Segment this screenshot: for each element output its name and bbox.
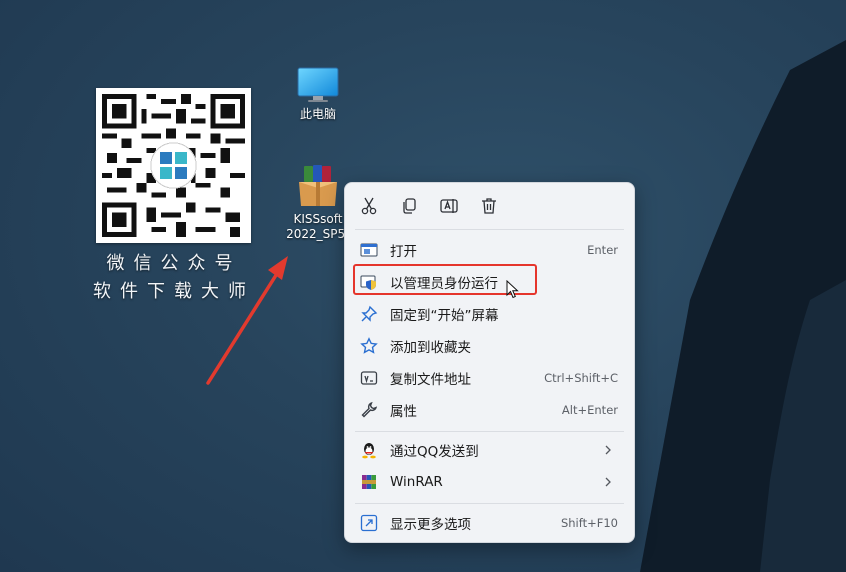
menu-item-label: 通过QQ发送到 [390, 444, 479, 460]
menu-item-shortcut: Ctrl+Shift+C [544, 371, 618, 385]
rename-icon[interactable] [439, 196, 459, 216]
open-icon [360, 243, 378, 257]
menu-item-shortcut: Enter [587, 243, 618, 257]
menu-item-label: 添加到收藏夹 [390, 340, 471, 356]
qr-code-image [102, 94, 245, 237]
menu-item-label: 打开 [390, 244, 417, 260]
menu-item-properties[interactable]: 属性 Alt+Enter [351, 395, 628, 425]
copy-path-icon [360, 371, 378, 385]
menu-item-copy-path[interactable]: 复制文件地址 Ctrl+Shift+C [351, 363, 628, 393]
menu-separator [355, 229, 624, 230]
mouse-cursor-icon [506, 280, 519, 299]
menu-item-open[interactable]: 打开 Enter [351, 235, 628, 265]
desktop-icon-label: 此电脑 [299, 107, 336, 121]
menu-separator [355, 431, 624, 432]
qq-icon [362, 443, 376, 459]
context-menu-toolbar [345, 183, 634, 229]
menu-item-add-to-favorites[interactable]: 添加到收藏夹 [351, 331, 628, 361]
more-options-icon [360, 514, 378, 532]
pin-icon [361, 305, 378, 322]
context-menu: 打开 Enter 以管理员身份运行 固定到“开始”屏幕 添加到收藏夹 复制文件地… [344, 182, 635, 543]
menu-item-label: 显示更多选项 [390, 517, 471, 533]
chevron-right-icon [605, 445, 611, 455]
menu-item-label: 属性 [390, 404, 417, 420]
winrar-archive-icon [299, 165, 337, 206]
wrench-icon [361, 401, 378, 418]
menu-item-show-more-options[interactable]: 显示更多选项 Shift+F10 [351, 508, 628, 538]
delete-icon[interactable] [479, 196, 499, 216]
menu-item-label: 固定到“开始”屏幕 [390, 308, 499, 324]
menu-separator [355, 503, 624, 504]
chevron-right-icon [605, 477, 611, 487]
desktop-icon-this-pc[interactable]: 此电脑 [286, 66, 350, 122]
menu-item-label: 复制文件地址 [390, 372, 471, 388]
star-icon [360, 337, 378, 354]
qr-code-card [96, 88, 251, 243]
monitor-icon [297, 67, 339, 102]
annotation-arrow [206, 256, 288, 385]
menu-item-winrar[interactable]: WinRAR [351, 467, 628, 497]
winrar-icon [362, 475, 376, 489]
copy-icon[interactable] [399, 196, 419, 216]
menu-item-label: WinRAR [390, 474, 443, 490]
cut-icon[interactable] [359, 196, 379, 216]
menu-item-shortcut: Shift+F10 [560, 516, 618, 530]
menu-item-pin-to-start[interactable]: 固定到“开始”屏幕 [351, 299, 628, 329]
menu-item-shortcut: Alt+Enter [561, 403, 618, 417]
menu-item-send-via-qq[interactable]: 通过QQ发送到 [351, 435, 628, 465]
